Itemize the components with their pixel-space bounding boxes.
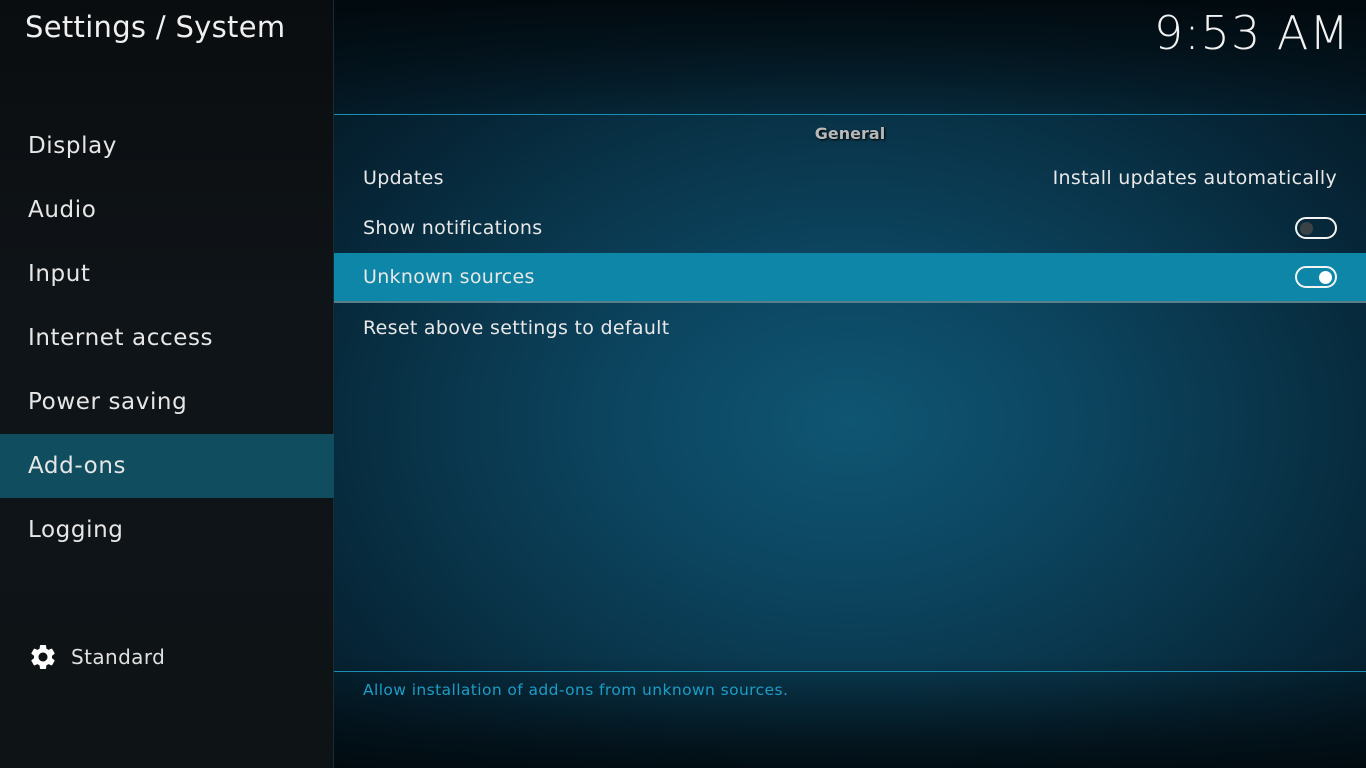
setting-label: Show notifications bbox=[363, 217, 543, 239]
setting-row-show-notifications[interactable]: Show notifications bbox=[334, 203, 1366, 253]
sidebar-item-label: Logging bbox=[28, 517, 124, 543]
toggle-knob bbox=[1319, 270, 1332, 284]
setting-label: Reset above settings to default bbox=[363, 317, 670, 339]
sidebar-item-label: Power saving bbox=[28, 389, 188, 415]
show-notifications-toggle[interactable] bbox=[1295, 217, 1337, 239]
sidebar-item-internet-access[interactable]: Internet access bbox=[0, 306, 334, 370]
sidebar-item-power-saving[interactable]: Power saving bbox=[0, 370, 334, 434]
setting-label: Unknown sources bbox=[363, 266, 535, 288]
sidebar-item-audio[interactable]: Audio bbox=[0, 178, 334, 242]
toggle-knob bbox=[1300, 221, 1313, 235]
section-title: General bbox=[814, 124, 886, 143]
clock: 9:53 AM bbox=[1153, 6, 1350, 60]
sidebar-item-logging[interactable]: Logging bbox=[0, 498, 334, 562]
settings-level-label: Standard bbox=[71, 645, 166, 669]
sidebar-item-input[interactable]: Input bbox=[0, 242, 334, 306]
bottom-divider bbox=[334, 671, 1366, 672]
setting-description: Allow installation of add-ons from unkno… bbox=[363, 681, 789, 699]
sidebar-item-label: Add-ons bbox=[28, 453, 127, 479]
reset-defaults-button[interactable]: Reset above settings to default bbox=[334, 303, 1366, 353]
setting-row-updates[interactable]: Updates Install updates automatically bbox=[334, 153, 1366, 203]
setting-row-unknown-sources[interactable]: Unknown sources bbox=[334, 253, 1366, 303]
sidebar-item-label: Internet access bbox=[28, 325, 214, 351]
settings-level-button[interactable]: Standard bbox=[28, 642, 165, 672]
sidebar-item-label: Input bbox=[28, 261, 91, 287]
sidebar-item-add-ons[interactable]: Add-ons bbox=[0, 434, 334, 498]
sidebar-nav: Display Audio Input Internet access Powe… bbox=[0, 114, 334, 562]
sidebar-item-display[interactable]: Display bbox=[0, 114, 334, 178]
sidebar-item-label: Display bbox=[28, 133, 117, 159]
settings-panel: General Updates Install updates automati… bbox=[334, 115, 1366, 353]
setting-value: Install updates automatically bbox=[1052, 167, 1337, 189]
unknown-sources-toggle[interactable] bbox=[1295, 266, 1337, 288]
page-title: Settings / System bbox=[25, 10, 286, 44]
sidebar-item-label: Audio bbox=[28, 197, 97, 223]
gear-icon bbox=[31, 645, 55, 669]
sidebar: Settings / System Display Audio Input In… bbox=[0, 0, 334, 768]
setting-label: Updates bbox=[363, 167, 444, 189]
